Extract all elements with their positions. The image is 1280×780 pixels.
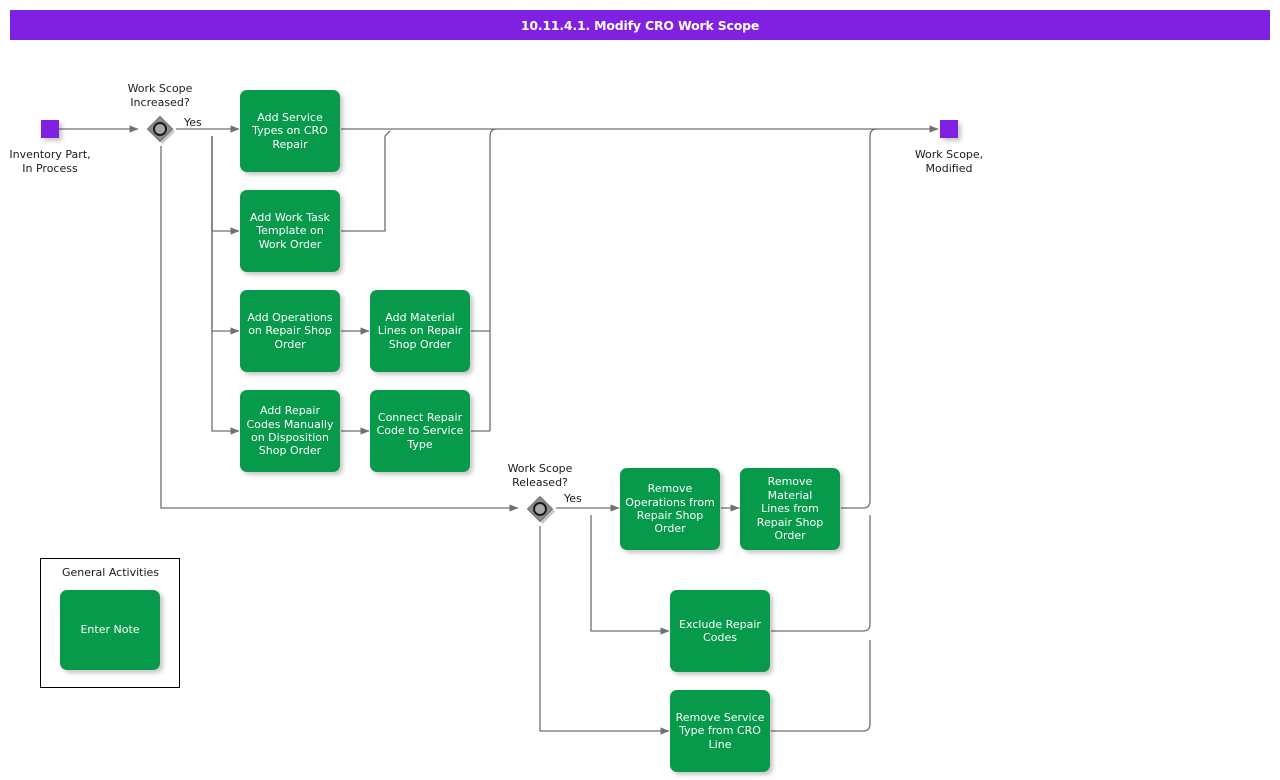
gateway-work-scope-increased[interactable]: [145, 114, 175, 144]
task-label: Add Material Lines on Repair Shop Order: [375, 311, 465, 351]
task-enter-note[interactable]: Enter Note: [60, 590, 160, 670]
gateway-diamond-icon: [148, 117, 176, 145]
edge-gw2-to-remove-service-type: [540, 526, 669, 731]
task-label: Connect Repair Code to Service Type: [375, 411, 465, 451]
edge-add-work-task-template-merge: [341, 131, 390, 231]
task-remove-operations-from-repair-shop-order[interactable]: Remove Operations from Repair Shop Order: [620, 468, 720, 550]
task-label: Remove Material Lines from Repair Shop O…: [745, 475, 835, 542]
task-label: Exclude Repair Codes: [675, 618, 765, 645]
edge-mid-rail-vertical: [490, 129, 497, 431]
start-event[interactable]: [41, 120, 59, 138]
gateway-work-scope-increased-label: Work Scope Increased?: [100, 82, 220, 109]
gateway-work-scope-released[interactable]: [525, 494, 555, 524]
end-event[interactable]: [940, 120, 958, 138]
start-event-label: Inventory Part, In Process: [0, 148, 110, 175]
edge-gw1-to-add-work-task-template: [212, 136, 239, 231]
general-activities-pool-title: General Activities: [62, 566, 159, 579]
page-title: 10.11.4.1. Modify CRO Work Scope: [521, 18, 759, 33]
window-title-bar: 10.11.4.1. Modify CRO Work Scope: [10, 10, 1270, 40]
task-add-material-lines-on-repair-shop-order[interactable]: Add Material Lines on Repair Shop Order: [370, 290, 470, 372]
task-add-service-types-on-cro-repair[interactable]: Add Service Types on CRO Repair: [240, 90, 340, 172]
gateway-diamond-icon: [528, 497, 556, 525]
task-remove-material-lines-from-repair-shop-order[interactable]: Remove Material Lines from Repair Shop O…: [740, 468, 840, 550]
task-label: Enter Note: [65, 623, 155, 636]
task-label: Add Service Types on CRO Repair: [245, 111, 335, 151]
task-label: Remove Service Type from CRO Line: [675, 711, 765, 751]
task-add-work-task-template-on-work-order[interactable]: Add Work Task Template on Work Order: [240, 190, 340, 272]
gateway-work-scope-released-label: Work Scope Released?: [480, 462, 600, 489]
task-label: Add Repair Codes Manually on Disposition…: [245, 404, 335, 458]
task-remove-service-type-from-cro-line[interactable]: Remove Service Type from CRO Line: [670, 690, 770, 772]
task-label: Remove Operations from Repair Shop Order: [625, 482, 715, 536]
task-label: Add Operations on Repair Shop Order: [245, 311, 335, 351]
edge-gw1-to-add-repair-codes: [212, 136, 239, 431]
task-add-operations-on-repair-shop-order[interactable]: Add Operations on Repair Shop Order: [240, 290, 340, 372]
edge-remove-material-lines-merge: [841, 129, 877, 508]
edge-gw1-to-add-operations: [212, 136, 239, 331]
task-connect-repair-code-to-service-type[interactable]: Connect Repair Code to Service Type: [370, 390, 470, 472]
task-label: Add Work Task Template on Work Order: [245, 211, 335, 251]
edge-remove-service-type-merge: [771, 640, 870, 731]
task-add-repair-codes-manually-on-disposition-shop-order[interactable]: Add Repair Codes Manually on Disposition…: [240, 390, 340, 472]
task-exclude-repair-codes[interactable]: Exclude Repair Codes: [670, 590, 770, 672]
diagram-canvas: 10.11.4.1. Modify CRO Work Scope: [0, 0, 1280, 780]
gateway-work-scope-released-yes-label: Yes: [564, 492, 582, 505]
gateway-work-scope-increased-yes-label: Yes: [184, 116, 202, 129]
end-event-label: Work Scope, Modified: [889, 148, 1009, 175]
